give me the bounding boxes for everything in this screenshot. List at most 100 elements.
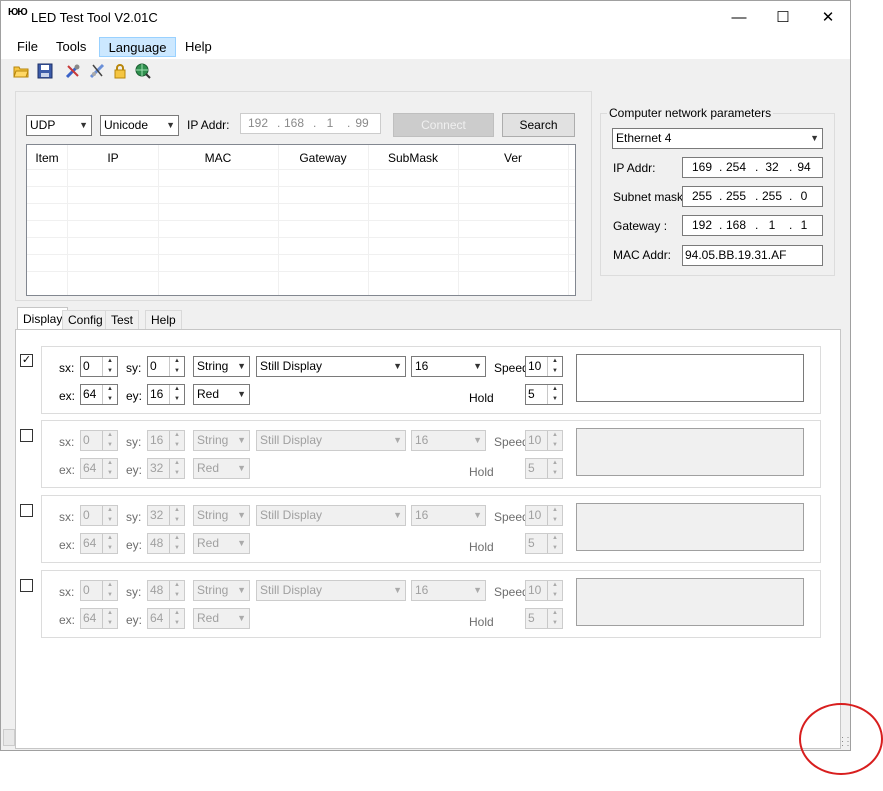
content-type-select[interactable]: String ▼: [193, 580, 250, 601]
maximize-button[interactable]: ☐: [761, 5, 805, 31]
chevron-down-icon[interactable]: ▼: [170, 395, 184, 404]
menu-language[interactable]: Language: [99, 37, 176, 57]
speed-stepper[interactable]: 10 ▲ ▼: [525, 580, 563, 601]
font-size-select[interactable]: 16 ▼: [411, 430, 486, 451]
subnet-input[interactable]: 255 . 255 . 255 . 0: [682, 186, 823, 207]
ey-stepper[interactable]: 48 ▲ ▼: [147, 533, 185, 554]
sy-stepper[interactable]: 48 ▲ ▼: [147, 580, 185, 601]
ey-stepper[interactable]: 64 ▲ ▼: [147, 608, 185, 629]
row-enable-checkbox[interactable]: ✓: [20, 354, 33, 367]
speed-stepper[interactable]: 10 ▲ ▼: [525, 356, 563, 377]
chevron-down-icon[interactable]: ▼: [548, 441, 562, 450]
tools-icon[interactable]: [65, 63, 81, 79]
display-mode-select[interactable]: Still Display ▼: [256, 505, 406, 526]
content-type-select[interactable]: String ▼: [193, 505, 250, 526]
save-icon[interactable]: [37, 63, 53, 79]
column-header-submask[interactable]: SubMask: [368, 151, 458, 165]
protocol-select[interactable]: UDP ▼: [26, 115, 92, 136]
row-enable-checkbox[interactable]: [20, 504, 33, 517]
chevron-down-icon[interactable]: ▼: [548, 544, 562, 553]
open-folder-icon[interactable]: [13, 63, 29, 79]
color-select[interactable]: Red ▼: [193, 608, 250, 629]
lock-icon[interactable]: [112, 63, 128, 79]
ey-stepper[interactable]: 32 ▲ ▼: [147, 458, 185, 479]
font-size-select[interactable]: 16 ▼: [411, 356, 486, 377]
chevron-up-icon[interactable]: ▲: [170, 609, 184, 618]
chevron-down-icon[interactable]: ▼: [548, 367, 562, 376]
chevron-down-icon[interactable]: ▼: [170, 591, 184, 600]
ex-stepper[interactable]: 64 ▲ ▼: [80, 533, 118, 554]
pc-ip-input[interactable]: 169 . 254 . 32 . 94: [682, 157, 823, 178]
chevron-up-icon[interactable]: ▲: [103, 609, 117, 618]
device-list[interactable]: Item IP MAC Gateway SubMask Ver: [26, 144, 576, 296]
sx-stepper[interactable]: 0 ▲ ▼: [80, 430, 118, 451]
chevron-up-icon[interactable]: ▲: [170, 357, 184, 366]
sx-stepper[interactable]: 0 ▲ ▼: [80, 505, 118, 526]
column-header-ip[interactable]: IP: [68, 151, 158, 165]
chevron-up-icon[interactable]: ▲: [170, 581, 184, 590]
chevron-down-icon[interactable]: ▼: [103, 544, 117, 553]
display-text-input[interactable]: [576, 578, 804, 626]
color-select[interactable]: Red ▼: [193, 458, 250, 479]
content-type-select[interactable]: String ▼: [193, 356, 250, 377]
chevron-up-icon[interactable]: ▲: [170, 534, 184, 543]
chevron-up-icon[interactable]: ▲: [103, 385, 117, 394]
row-enable-checkbox[interactable]: [20, 429, 33, 442]
chevron-up-icon[interactable]: ▲: [170, 431, 184, 440]
sy-stepper[interactable]: 16 ▲ ▼: [147, 430, 185, 451]
minimize-button[interactable]: —: [717, 5, 761, 31]
sx-stepper[interactable]: 0 ▲ ▼: [80, 356, 118, 377]
mac-input[interactable]: 94.05.BB.19.31.AF: [682, 245, 823, 266]
chevron-down-icon[interactable]: ▼: [548, 395, 562, 404]
column-header-mac[interactable]: MAC: [158, 151, 278, 165]
chevron-down-icon[interactable]: ▼: [548, 516, 562, 525]
globe-search-icon[interactable]: [135, 63, 151, 79]
content-type-select[interactable]: String ▼: [193, 430, 250, 451]
ex-stepper[interactable]: 64 ▲ ▼: [80, 458, 118, 479]
gateway-input[interactable]: 192 . 168 . 1 . 1: [682, 215, 823, 236]
chevron-down-icon[interactable]: ▼: [170, 516, 184, 525]
display-text-input[interactable]: [576, 354, 804, 402]
chevron-down-icon[interactable]: ▼: [548, 591, 562, 600]
chevron-down-icon[interactable]: ▼: [103, 591, 117, 600]
font-size-select[interactable]: 16 ▼: [411, 580, 486, 601]
column-header-gateway[interactable]: Gateway: [278, 151, 368, 165]
menu-file[interactable]: File: [9, 37, 46, 57]
chevron-up-icon[interactable]: ▲: [103, 581, 117, 590]
device-ip-input[interactable]: 192 . 168 . 1 . 99: [240, 113, 381, 134]
display-mode-select[interactable]: Still Display ▼: [256, 430, 406, 451]
speed-stepper[interactable]: 10 ▲ ▼: [525, 505, 563, 526]
hold-stepper[interactable]: 5 ▲ ▼: [525, 384, 563, 405]
chevron-down-icon[interactable]: ▼: [170, 544, 184, 553]
ex-stepper[interactable]: 64 ▲ ▼: [80, 384, 118, 405]
column-header-item[interactable]: Item: [27, 151, 67, 165]
connect-button[interactable]: Connect: [393, 113, 494, 137]
display-mode-select[interactable]: Still Display ▼: [256, 580, 406, 601]
chevron-up-icon[interactable]: ▲: [548, 385, 562, 394]
tab-config[interactable]: Config: [62, 310, 109, 330]
chevron-down-icon[interactable]: ▼: [103, 516, 117, 525]
menu-help[interactable]: Help: [177, 37, 220, 57]
chevron-down-icon[interactable]: ▼: [548, 469, 562, 478]
ex-stepper[interactable]: 64 ▲ ▼: [80, 608, 118, 629]
chevron-up-icon[interactable]: ▲: [103, 459, 117, 468]
search-button[interactable]: Search: [502, 113, 575, 137]
chevron-up-icon[interactable]: ▲: [170, 459, 184, 468]
ey-stepper[interactable]: 16 ▲ ▼: [147, 384, 185, 405]
display-text-input[interactable]: [576, 428, 804, 476]
chevron-up-icon[interactable]: ▲: [103, 506, 117, 515]
chevron-down-icon[interactable]: ▼: [170, 619, 184, 628]
hold-stepper[interactable]: 5 ▲ ▼: [525, 533, 563, 554]
column-header-ver[interactable]: Ver: [458, 151, 568, 165]
chevron-up-icon[interactable]: ▲: [548, 431, 562, 440]
chevron-down-icon[interactable]: ▼: [103, 441, 117, 450]
chevron-down-icon[interactable]: ▼: [103, 395, 117, 404]
chevron-up-icon[interactable]: ▲: [103, 431, 117, 440]
hold-stepper[interactable]: 5 ▲ ▼: [525, 608, 563, 629]
adapter-select[interactable]: Ethernet 4 ▼: [612, 128, 823, 149]
chevron-down-icon[interactable]: ▼: [103, 469, 117, 478]
chevron-up-icon[interactable]: ▲: [548, 581, 562, 590]
chevron-up-icon[interactable]: ▲: [548, 506, 562, 515]
chevron-down-icon[interactable]: ▼: [170, 367, 184, 376]
encoding-select[interactable]: Unicode ▼: [100, 115, 179, 136]
